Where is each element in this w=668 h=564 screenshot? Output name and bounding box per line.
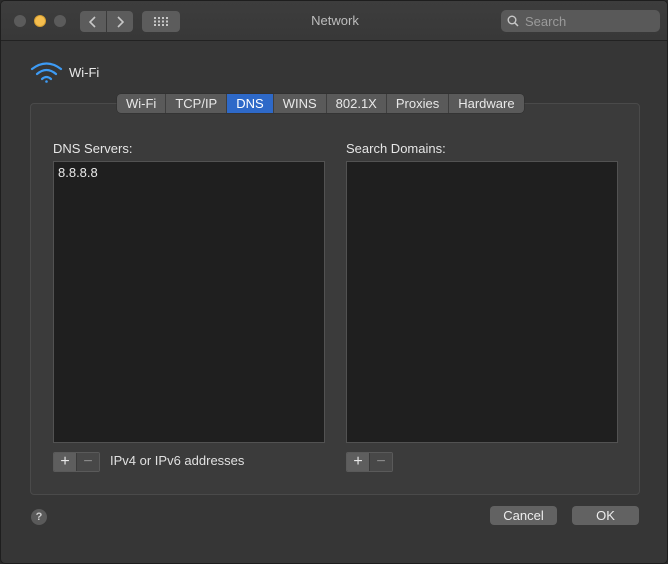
ok-button[interactable]: OK bbox=[572, 506, 639, 525]
wifi-icon bbox=[30, 62, 63, 83]
search-field[interactable] bbox=[501, 10, 660, 32]
tab-8021x[interactable]: 802.1X bbox=[327, 94, 387, 113]
search-domains-list[interactable] bbox=[346, 161, 618, 443]
remove-search-domain-button[interactable]: − bbox=[370, 453, 392, 471]
tab-wifi[interactable]: Wi-Fi bbox=[117, 94, 167, 113]
interface-header: Wi-Fi bbox=[30, 61, 99, 83]
network-preferences-window: Network Wi-Fi Wi-Fi TCP/IP DNS WINS 802.… bbox=[0, 0, 668, 564]
dns-servers-controls: + − bbox=[53, 452, 100, 472]
tab-tcpip[interactable]: TCP/IP bbox=[166, 94, 228, 113]
cancel-button[interactable]: Cancel bbox=[490, 506, 557, 525]
title-bar: Network bbox=[1, 1, 667, 41]
search-domains-label: Search Domains: bbox=[346, 141, 446, 156]
dns-hint-text: IPv4 or IPv6 addresses bbox=[110, 453, 245, 468]
add-dns-server-button[interactable]: + bbox=[54, 453, 77, 471]
search-domains-controls: + − bbox=[346, 452, 393, 472]
remove-dns-server-button[interactable]: − bbox=[77, 453, 99, 471]
search-icon bbox=[507, 15, 519, 27]
tab-hardware[interactable]: Hardware bbox=[449, 94, 523, 113]
dns-server-entry[interactable]: 8.8.8.8 bbox=[54, 162, 324, 183]
tab-proxies[interactable]: Proxies bbox=[387, 94, 450, 113]
help-button[interactable]: ? bbox=[31, 509, 47, 525]
dns-servers-list[interactable]: 8.8.8.8 bbox=[53, 161, 325, 443]
search-input[interactable] bbox=[523, 12, 657, 30]
add-search-domain-button[interactable]: + bbox=[347, 453, 370, 471]
dns-servers-label: DNS Servers: bbox=[53, 141, 133, 156]
tab-dns[interactable]: DNS bbox=[227, 94, 274, 113]
tab-bar: Wi-Fi TCP/IP DNS WINS 802.1X Proxies Har… bbox=[117, 94, 524, 113]
interface-name: Wi-Fi bbox=[69, 64, 100, 80]
tab-wins[interactable]: WINS bbox=[274, 94, 327, 113]
